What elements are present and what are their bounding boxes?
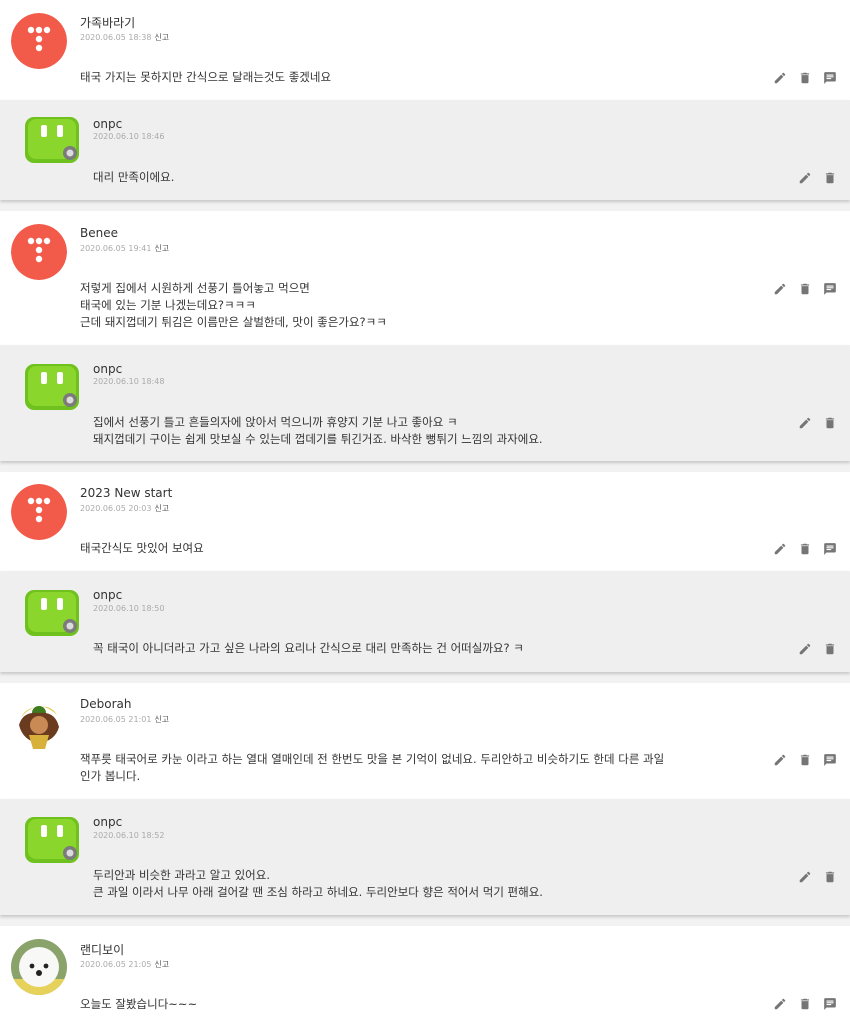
comment-text: 저렇게 집에서 시원하게 선풍기 틀어놓고 먹으면 태국에 있는 기분 나겠는데… (80, 281, 387, 329)
reply-icon[interactable] (823, 753, 837, 767)
comment-meta: 2020.06.05 21:01 신고 (80, 714, 169, 725)
comment-actions (773, 282, 837, 296)
reply-text: 두리안과 비슷한 과라고 알고 있어요. 큰 과일 이라서 나무 아래 걸어갈 … (93, 868, 543, 899)
delete-icon[interactable] (798, 753, 812, 767)
comment-actions (773, 542, 837, 556)
comment-meta: 2020.06.05 18:38 신고 (80, 32, 169, 43)
commenter-avatar[interactable] (11, 939, 67, 995)
delete-icon[interactable] (823, 642, 837, 656)
edit-icon[interactable] (798, 642, 812, 656)
replier-name[interactable]: onpc (93, 815, 122, 829)
reply-date: 2020.06.10 18:48 (93, 377, 165, 386)
reply-text: 대리 만족이에요. (93, 170, 175, 184)
reply-icon[interactable] (823, 71, 837, 85)
comment-date: 2020.06.05 18:38 (80, 33, 152, 42)
reply-icon[interactable] (823, 542, 837, 556)
comment-item: 랜디보이 2020.06.05 21:05 신고 오늘도 잘봤습니다~~~ (0, 926, 850, 1026)
comment-date: 2020.06.05 21:01 (80, 715, 152, 724)
comment-date: 2020.06.05 20:03 (80, 504, 152, 513)
commenter-avatar[interactable] (11, 13, 67, 69)
report-link[interactable]: 신고 (154, 715, 169, 724)
reply-date: 2020.06.10 18:52 (93, 831, 165, 840)
comment-item: 가족바라기 2020.06.05 18:38 신고 태국 가지는 못하지만 간식으… (0, 0, 850, 100)
reply-meta: 2020.06.10 18:52 (93, 831, 164, 840)
comment-text: 태국 가지는 못하지만 간식으로 달래는것도 좋겠네요 (80, 70, 332, 84)
comment-text: 오늘도 잘봤습니다~~~ (80, 997, 198, 1011)
edit-icon[interactable] (773, 282, 787, 296)
comment-date: 2020.06.05 19:41 (80, 244, 152, 253)
comment-meta: 2020.06.05 20:03 신고 (80, 503, 169, 514)
replier-name[interactable]: onpc (93, 362, 122, 376)
replier-name[interactable]: onpc (93, 588, 122, 602)
reply-item: onpc 2020.06.10 18:52 두리안과 비슷한 과라고 알고 있어… (0, 799, 850, 915)
delete-icon[interactable] (823, 416, 837, 430)
delete-icon[interactable] (823, 171, 837, 185)
reply-text: 집에서 선풍기 틀고 흔들의자에 앉아서 먹으니까 휴양지 기분 나고 좋아요 … (93, 415, 543, 446)
comment-actions (773, 753, 837, 767)
comment-meta: 2020.06.05 19:41 신고 (80, 243, 169, 254)
edit-icon[interactable] (798, 416, 812, 430)
commenter-avatar[interactable] (11, 224, 67, 280)
replier-name[interactable]: onpc (93, 117, 122, 131)
report-link[interactable]: 신고 (154, 33, 169, 42)
comment-item: Benee 2020.06.05 19:41 신고 저렇게 집에서 시원하게 선풍… (0, 211, 850, 345)
comment-date: 2020.06.05 21:05 (80, 960, 152, 969)
comment-actions (773, 997, 837, 1011)
reply-actions (798, 870, 837, 884)
edit-icon[interactable] (798, 870, 812, 884)
reply-meta: 2020.06.10 18:46 (93, 132, 164, 141)
edit-icon[interactable] (773, 997, 787, 1011)
reply-text: 꼭 태국이 아니더라고 가고 싶은 나라의 요리나 간식으로 대리 만족하는 건… (93, 641, 524, 655)
edit-icon[interactable] (773, 753, 787, 767)
reply-item: onpc 2020.06.10 18:50 꼭 태국이 아니더라고 가고 싶은 … (0, 571, 850, 672)
reply-icon[interactable] (823, 997, 837, 1011)
reply-meta: 2020.06.10 18:48 (93, 377, 164, 386)
comment-item: Deborah 2020.06.05 21:01 신고 잭푸릇 태국어로 카눈 이… (0, 683, 850, 799)
edit-icon[interactable] (773, 542, 787, 556)
comment-text: 태국간식도 맛있어 보여요 (80, 541, 204, 555)
reply-actions (798, 171, 837, 185)
commenter-name[interactable]: 2023 New start (80, 486, 172, 500)
delete-icon[interactable] (798, 282, 812, 296)
comment-item: 2023 New start 2020.06.05 20:03 신고 태국간식도 … (0, 472, 850, 571)
commenter-avatar[interactable] (11, 484, 67, 540)
comment-actions (773, 71, 837, 85)
delete-icon[interactable] (798, 542, 812, 556)
reply-meta: 2020.06.10 18:50 (93, 604, 164, 613)
delete-icon[interactable] (798, 997, 812, 1011)
delete-icon[interactable] (798, 71, 812, 85)
reply-item: onpc 2020.06.10 18:46 대리 만족이에요. (0, 100, 850, 200)
commenter-name[interactable]: Benee (80, 226, 118, 240)
reply-actions (798, 416, 837, 430)
reply-icon[interactable] (823, 282, 837, 296)
edit-icon[interactable] (773, 71, 787, 85)
report-link[interactable]: 신고 (154, 960, 169, 969)
commenter-name[interactable]: Deborah (80, 697, 131, 711)
commenter-name[interactable]: 랜디보이 (80, 941, 124, 958)
replier-avatar[interactable] (25, 113, 79, 167)
reply-date: 2020.06.10 18:46 (93, 132, 165, 141)
delete-icon[interactable] (823, 870, 837, 884)
reply-item: onpc 2020.06.10 18:48 집에서 선풍기 틀고 흔들의자에 앉… (0, 345, 850, 461)
commenter-name[interactable]: 가족바라기 (80, 14, 135, 31)
reply-actions (798, 642, 837, 656)
commenter-avatar[interactable] (11, 695, 67, 751)
replier-avatar[interactable] (25, 586, 79, 640)
comment-meta: 2020.06.05 21:05 신고 (80, 959, 169, 970)
reply-date: 2020.06.10 18:50 (93, 604, 165, 613)
report-link[interactable]: 신고 (154, 244, 169, 253)
report-link[interactable]: 신고 (154, 504, 169, 513)
replier-avatar[interactable] (25, 813, 79, 867)
replier-avatar[interactable] (25, 360, 79, 414)
comment-text: 잭푸릇 태국어로 카눈 이라고 하는 열대 열매인데 전 한번도 맛을 본 기억… (80, 752, 665, 783)
edit-icon[interactable] (798, 171, 812, 185)
